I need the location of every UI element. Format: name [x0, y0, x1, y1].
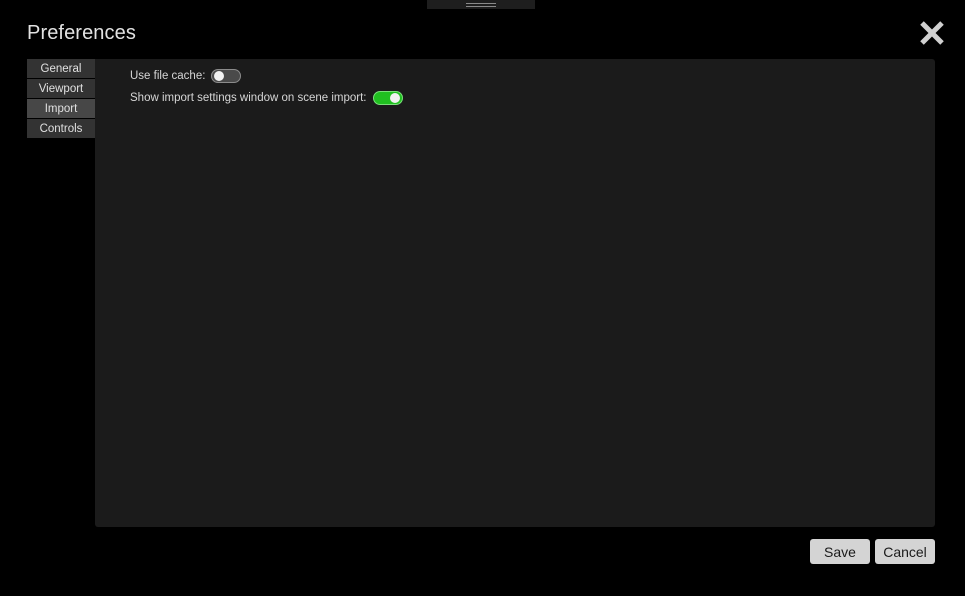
setting-use-file-cache: Use file cache:	[130, 69, 242, 83]
preferences-dialog: Preferences General Viewport Import Cont…	[0, 0, 965, 596]
toggle-knob	[389, 93, 400, 103]
setting-show-import-window: Show import settings window on scene imp…	[130, 91, 403, 105]
preferences-sidebar: General Viewport Import Controls	[27, 59, 95, 139]
close-x-icon	[920, 21, 944, 45]
dialog-title: Preferences	[27, 22, 136, 44]
tab-viewport[interactable]: Viewport	[27, 79, 95, 98]
tab-controls[interactable]: Controls	[27, 119, 95, 138]
save-button[interactable]: Save	[810, 539, 870, 564]
tab-general[interactable]: General	[27, 59, 95, 78]
grip-line	[466, 2, 496, 4]
use-file-cache-toggle[interactable]	[211, 69, 242, 83]
close-button[interactable]	[917, 18, 947, 48]
show-import-window-label: Show import settings window on scene imp…	[130, 92, 367, 104]
tab-import[interactable]: Import	[27, 99, 95, 118]
drag-handle[interactable]	[427, 0, 535, 9]
cancel-button[interactable]: Cancel	[875, 539, 935, 564]
grip-line	[466, 5, 496, 7]
toggle-knob	[214, 71, 225, 81]
show-import-window-toggle[interactable]	[372, 91, 403, 105]
settings-panel: Use file cache: Show import settings win…	[95, 59, 935, 527]
use-file-cache-label: Use file cache:	[130, 70, 206, 82]
